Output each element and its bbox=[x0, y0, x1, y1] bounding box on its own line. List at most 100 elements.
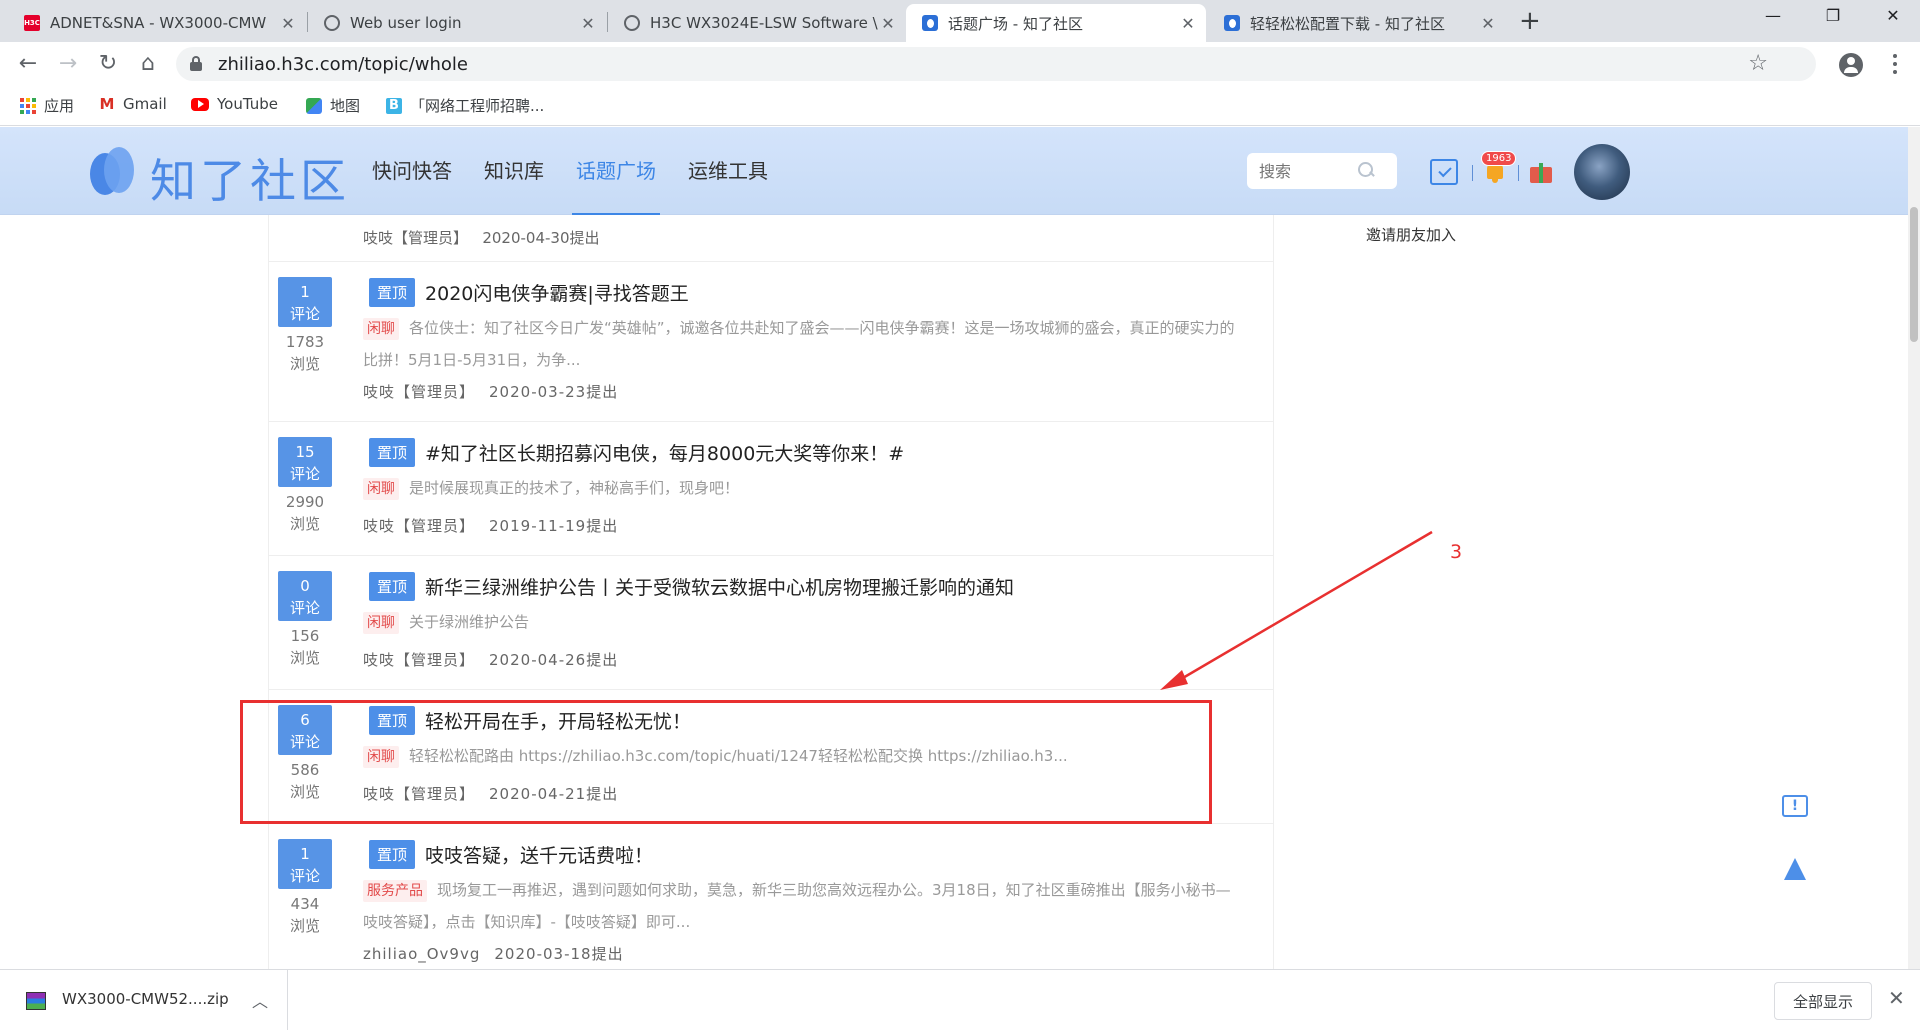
excerpt-text: 是时候展现真正的技术了，神秘高手们，现身吧！ bbox=[409, 479, 740, 497]
zhiliao-icon bbox=[922, 15, 938, 31]
topic-list: 吱吱【管理员】 2020-04-30提出 1 评论 1783 浏览 置顶 202… bbox=[268, 215, 1274, 969]
chevron-up-icon[interactable]: ︿ bbox=[252, 988, 268, 1012]
invite-friends-link[interactable]: 邀请朋友加入 bbox=[1366, 224, 1456, 245]
close-shelf-icon[interactable]: ✕ bbox=[1888, 986, 1905, 1010]
comment-count: 0 bbox=[300, 577, 310, 595]
page-scrollbar[interactable] bbox=[1908, 127, 1920, 969]
bookmark-star-icon[interactable]: ☆ bbox=[1748, 51, 1768, 76]
bookmark-job[interactable]: B 「网络工程师招聘... bbox=[386, 95, 544, 116]
topic-author[interactable]: 吱吱【管理员】 bbox=[363, 229, 468, 247]
topic-title[interactable]: 新华三绿洲维护公告丨关于受微软云数据中心机房物理搬迁影响的通知 bbox=[425, 573, 1014, 600]
zhiliao-logo-icon[interactable] bbox=[90, 147, 134, 195]
excerpt-text: 各位侠士：知了社区今日广发“英雄帖”，诚邀各位共赴知了盛会——闪电侠争霸赛！这是… bbox=[363, 319, 1235, 369]
download-item[interactable]: WX3000-CMW52....zip ︿ bbox=[0, 970, 288, 1030]
site-logo-text[interactable]: 知了社区 bbox=[150, 145, 350, 211]
bookmarks-bar: 应用 M Gmail YouTube 地图 B 「网络工程师招聘... bbox=[0, 86, 1920, 126]
download-file-name[interactable]: WX3000-CMW52....zip bbox=[62, 990, 229, 1008]
tab-title: ADNET&SNA - WX3000-CMW bbox=[50, 14, 267, 32]
pinned-tag: 置顶 bbox=[369, 840, 416, 869]
comment-label: 评论 bbox=[289, 599, 320, 617]
nav-knowledge[interactable]: 知识库 bbox=[484, 127, 544, 215]
url-text[interactable]: zhiliao.h3c.com/topic/whole bbox=[218, 54, 468, 75]
browser-tab[interactable]: Web user login ✕ bbox=[308, 4, 606, 42]
topic-author[interactable]: 吱吱【管理员】 bbox=[363, 383, 475, 401]
close-icon[interactable]: ✕ bbox=[1480, 14, 1496, 33]
nav-ops-tools[interactable]: 运维工具 bbox=[688, 127, 768, 215]
profile-icon[interactable] bbox=[1839, 53, 1863, 77]
browser-tab[interactable]: H3C ADNET&SNA - WX3000-CMW ✕ bbox=[8, 4, 306, 42]
category-tag[interactable]: 闲聊 bbox=[363, 318, 399, 340]
close-icon[interactable]: ✕ bbox=[880, 14, 896, 33]
topic-meta: zhiliao_Ov9vg 2020-03-18提出 bbox=[363, 943, 624, 964]
more-menu-icon[interactable] bbox=[1892, 52, 1898, 76]
category-tag[interactable]: 闲聊 bbox=[363, 612, 399, 634]
topic-meta: 吱吱【管理员】 2020-03-23提出 bbox=[363, 381, 618, 402]
close-icon[interactable]: ✕ bbox=[580, 14, 596, 33]
comment-count-box: 1 评论 bbox=[278, 277, 332, 327]
address-bar[interactable]: zhiliao.h3c.com/topic/whole ☆ bbox=[176, 47, 1816, 81]
browser-tab-active[interactable]: 话题广场 - 知了社区 ✕ bbox=[906, 4, 1206, 42]
bookmark-maps[interactable]: 地图 bbox=[306, 95, 360, 116]
view-label: 浏览 bbox=[289, 649, 320, 667]
tab-title: 轻轻松松配置下载 - 知了社区 bbox=[1250, 14, 1445, 33]
topic-title[interactable]: 2020闪电侠争霸赛|寻找答题王 bbox=[425, 279, 689, 306]
view-label: 浏览 bbox=[289, 355, 320, 373]
scrollbar-thumb[interactable] bbox=[1910, 207, 1918, 342]
excerpt-text: 现场复工一再推迟，遇到问题如何求助，莫急，新华三助您高效远程办公。3月18日，知… bbox=[363, 881, 1231, 931]
category-tag[interactable]: 闲聊 bbox=[363, 478, 399, 500]
bookmark-gmail[interactable]: M Gmail bbox=[99, 95, 167, 113]
close-icon[interactable]: ✕ bbox=[280, 14, 296, 33]
feedback-icon[interactable]: ! bbox=[1782, 795, 1808, 817]
browser-tab[interactable]: H3C WX3024E-LSW Software \ ✕ bbox=[608, 4, 906, 42]
site-search-input[interactable] bbox=[1247, 153, 1397, 189]
topic-item[interactable]: 15 评论 2990 浏览 置顶 #知了社区长期招募闪电侠，每月8000元大奖等… bbox=[269, 421, 1273, 555]
user-avatar[interactable] bbox=[1574, 144, 1630, 200]
topic-item[interactable]: 0 评论 156 浏览 置顶 新华三绿洲维护公告丨关于受微软云数据中心机房物理搬… bbox=[269, 555, 1273, 689]
forward-button[interactable]: → bbox=[52, 48, 84, 80]
view-count: 2990 bbox=[285, 493, 325, 511]
search-icon[interactable] bbox=[1358, 162, 1374, 178]
maps-icon bbox=[306, 97, 322, 114]
topic-meta: 吱吱【管理员】 2019-11-19提出 bbox=[363, 515, 618, 536]
globe-icon bbox=[324, 15, 340, 31]
topic-date: 2019-11-19提出 bbox=[489, 517, 619, 535]
highlight-box bbox=[240, 700, 1212, 824]
restore-button[interactable]: ❐ bbox=[1823, 6, 1843, 25]
show-all-downloads-button[interactable]: 全部显示 bbox=[1774, 982, 1872, 1020]
comment-label: 评论 bbox=[289, 867, 320, 885]
view-count-box: 1783 浏览 bbox=[278, 331, 332, 375]
tab-strip: H3C ADNET&SNA - WX3000-CMW ✕ Web user lo… bbox=[0, 0, 1920, 42]
topic-author[interactable]: 吱吱【管理员】 bbox=[363, 517, 475, 535]
close-icon[interactable]: ✕ bbox=[1180, 14, 1196, 33]
topic-item[interactable]: 1 评论 1783 浏览 置顶 2020闪电侠争霸赛|寻找答题王 闲聊 各位侠士：… bbox=[269, 261, 1273, 421]
topic-title[interactable]: 吱吱答疑，送千元话费啦！ bbox=[425, 841, 653, 868]
comment-count-box: 0 评论 bbox=[278, 571, 332, 621]
checkin-calendar-icon[interactable] bbox=[1430, 159, 1458, 185]
topic-author[interactable]: 吱吱【管理员】 bbox=[363, 651, 475, 669]
pinned-tag: 置顶 bbox=[369, 438, 416, 467]
topic-title[interactable]: #知了社区长期招募闪电侠，每月8000元大奖等你来！# bbox=[425, 439, 904, 466]
browser-tab[interactable]: 轻轻松松配置下载 - 知了社区 ✕ bbox=[1208, 4, 1506, 42]
minimize-button[interactable]: — bbox=[1763, 6, 1783, 25]
window-close-button[interactable]: ✕ bbox=[1883, 6, 1903, 25]
site-nav: 快问快答 知识库 话题广场 运维工具 bbox=[372, 127, 800, 215]
comment-count: 15 bbox=[295, 443, 315, 461]
topic-author[interactable]: zhiliao_Ov9vg bbox=[363, 945, 480, 963]
lock-icon bbox=[190, 56, 202, 71]
new-tab-button[interactable]: + bbox=[1519, 8, 1541, 34]
bookmark-youtube[interactable]: YouTube bbox=[191, 95, 278, 113]
bookmark-apps[interactable]: 应用 bbox=[20, 95, 74, 116]
topic-item[interactable]: 1 评论 434 浏览 置顶 吱吱答疑，送千元话费啦！ 服务产品 现场复工一再推迟… bbox=[269, 823, 1273, 969]
back-to-top-icon[interactable] bbox=[1784, 858, 1806, 880]
topic-date: 2020-04-30提出 bbox=[482, 229, 600, 247]
home-button[interactable]: ⌂ bbox=[132, 48, 164, 80]
view-count: 156 bbox=[290, 627, 320, 645]
gift-icon[interactable] bbox=[1530, 161, 1552, 183]
nav-kuaiwen[interactable]: 快问快答 bbox=[372, 127, 452, 215]
nav-topic-square[interactable]: 话题广场 bbox=[572, 127, 660, 215]
category-tag[interactable]: 服务产品 bbox=[363, 880, 427, 902]
annotation-label: 3 bbox=[1450, 541, 1463, 563]
apps-icon bbox=[20, 97, 36, 114]
back-button[interactable]: ← bbox=[12, 48, 44, 80]
reload-button[interactable]: ↻ bbox=[92, 48, 124, 80]
